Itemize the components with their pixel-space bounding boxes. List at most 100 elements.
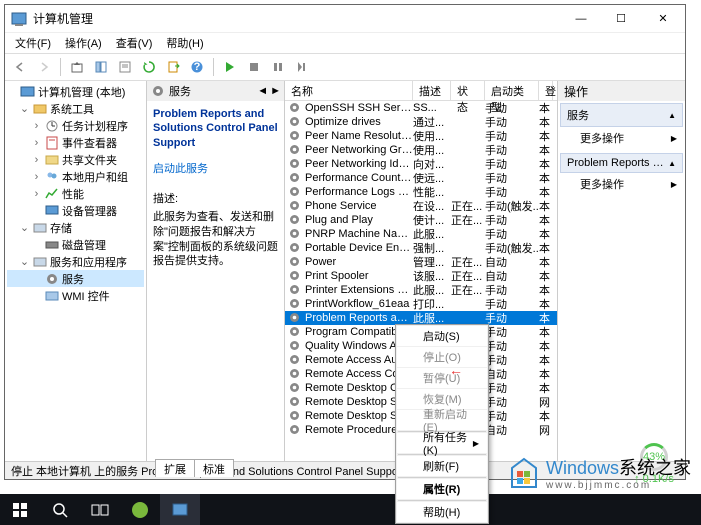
gear-icon <box>288 101 302 115</box>
gear-icon <box>288 381 302 395</box>
gear-icon <box>288 353 302 367</box>
description-pane: 服务 ◄► Problem Reports and Solutions Cont… <box>147 81 285 461</box>
gear-icon <box>288 143 302 157</box>
gear-icon <box>288 367 302 381</box>
gear-icon <box>288 395 302 409</box>
col-desc[interactable]: 描述 <box>413 81 451 100</box>
menu-file[interactable]: 文件(F) <box>9 33 57 53</box>
service-row[interactable]: Performance Counter DL...使远...手动本 <box>285 171 557 185</box>
service-row[interactable]: Peer Name Resolution Pr...使用...手动本 <box>285 129 557 143</box>
tree-local-users[interactable]: ›本地用户和组 <box>7 168 144 185</box>
maximize-button[interactable]: ☐ <box>601 5 641 33</box>
gear-icon <box>288 227 302 241</box>
col-name[interactable]: 名称 <box>285 81 413 100</box>
search-button[interactable] <box>40 494 80 525</box>
service-row[interactable]: Problem Reports and S...此服...手动本 <box>285 311 557 325</box>
desc-label: 描述: <box>153 190 278 206</box>
service-row[interactable]: Peer Networking Identity...向对...手动本 <box>285 157 557 171</box>
service-row[interactable]: Phone Service在设...正在...手动(触发...本 <box>285 199 557 213</box>
menu-action[interactable]: 操作(A) <box>59 33 108 53</box>
watermark-sub: 系统之家 <box>619 458 691 478</box>
export-button[interactable] <box>162 56 184 78</box>
col-status[interactable]: 状态 <box>451 81 485 100</box>
close-button[interactable]: ✕ <box>641 5 685 33</box>
col-logon[interactable]: 登 <box>539 81 553 100</box>
ctx-pause[interactable]: 暂停(U) <box>397 368 487 388</box>
tab-standard[interactable]: 标准 <box>194 459 234 477</box>
col-startup[interactable]: 启动类型 <box>485 81 539 100</box>
actions-section-services[interactable]: 服务▲ <box>560 103 683 127</box>
taskbar-app-1[interactable] <box>120 494 160 525</box>
service-row[interactable]: PNRP Machine Name Pu...此服...手动本 <box>285 227 557 241</box>
nav-prev[interactable]: ◄ <box>257 85 268 97</box>
stop-service-button[interactable] <box>243 56 265 78</box>
gear-icon <box>288 339 302 353</box>
tree-wmi[interactable]: WMI 控件 <box>7 287 144 304</box>
nav-next[interactable]: ► <box>270 85 281 97</box>
start-service-link[interactable]: 启动此服务 <box>153 163 208 175</box>
service-row[interactable]: OpenSSH SSH ServerSS...手动本 <box>285 101 557 115</box>
minimize-button[interactable]: — <box>561 5 601 33</box>
mmc-window: 计算机管理 — ☐ ✕ 文件(F) 操作(A) 查看(V) 帮助(H) ? 计算… <box>4 4 686 480</box>
back-button[interactable] <box>9 56 31 78</box>
tree-shared-folders[interactable]: ›共享文件夹 <box>7 151 144 168</box>
gear-icon <box>288 171 302 185</box>
ctx-stop[interactable]: 停止(O) <box>397 347 487 367</box>
ctx-properties[interactable]: 属性(R) <box>397 479 487 499</box>
tree-task-scheduler[interactable]: ›任务计划程序 <box>7 117 144 134</box>
start-service-button[interactable] <box>219 56 241 78</box>
pause-service-button[interactable] <box>267 56 289 78</box>
service-row[interactable]: Peer Networking Groupi...使用...手动本 <box>285 143 557 157</box>
ctx-help[interactable]: 帮助(H) <box>397 502 487 522</box>
actions-more-1[interactable]: 更多操作▶ <box>560 127 683 149</box>
tree-device-manager[interactable]: 设备管理器 <box>7 202 144 219</box>
tree-storage[interactable]: ⌄存储 <box>7 219 144 236</box>
forward-button[interactable] <box>33 56 55 78</box>
actions-more-2[interactable]: 更多操作▶ <box>560 173 683 195</box>
service-row[interactable]: Portable Device Enumera...强制...手动(触发...本 <box>285 241 557 255</box>
tree-root[interactable]: 计算机管理 (本地) <box>7 83 144 100</box>
refresh-button[interactable] <box>138 56 160 78</box>
menu-help[interactable]: 帮助(H) <box>160 33 209 53</box>
show-hide-tree-button[interactable] <box>90 56 112 78</box>
service-row[interactable]: Plug and Play使计...正在...手动本 <box>285 213 557 227</box>
up-button[interactable] <box>66 56 88 78</box>
tree-performance[interactable]: ›性能 <box>7 185 144 202</box>
console-tree[interactable]: 计算机管理 (本地) ⌄系统工具 ›任务计划程序 ›事件查看器 ›共享文件夹 ›… <box>5 81 147 461</box>
menu-view[interactable]: 查看(V) <box>110 33 159 53</box>
watermark: Windows系统之家 www.bjjmmc.com <box>506 454 691 491</box>
service-row[interactable]: Performance Logs & Aler...性能...手动本 <box>285 185 557 199</box>
help-button[interactable]: ? <box>186 56 208 78</box>
list-header[interactable]: 名称 描述 状态 启动类型 登 <box>285 81 557 101</box>
tab-extended[interactable]: 扩展 <box>155 459 195 477</box>
context-menu: 启动(S) 停止(O) 暂停(U) 恢复(M) 重新启动(E) 所有任务(K)▶… <box>395 324 489 524</box>
window-title: 计算机管理 <box>33 10 561 27</box>
tree-system-tools[interactable]: ⌄系统工具 <box>7 100 144 117</box>
tree-services-apps[interactable]: ⌄服务和应用程序 <box>7 253 144 270</box>
ctx-restart[interactable]: 重新启动(E) <box>397 410 487 430</box>
tree-disk-mgmt[interactable]: 磁盘管理 <box>7 236 144 253</box>
properties-button[interactable] <box>114 56 136 78</box>
actions-section-selected[interactable]: Problem Reports and Sol...▲ <box>560 153 683 173</box>
app-icon <box>11 11 27 27</box>
service-row[interactable]: Print Spooler该服...正在...自动本 <box>285 269 557 283</box>
task-view-button[interactable] <box>80 494 120 525</box>
service-row[interactable]: Printer Extensions and N...此服...正在...手动本 <box>285 283 557 297</box>
gear-icon <box>288 255 302 269</box>
menubar: 文件(F) 操作(A) 查看(V) 帮助(H) <box>5 33 685 53</box>
ctx-start[interactable]: 启动(S) <box>397 326 487 346</box>
ctx-all-tasks[interactable]: 所有任务(K)▶ <box>397 433 487 453</box>
tree-event-viewer[interactable]: ›事件查看器 <box>7 134 144 151</box>
service-row[interactable]: PrintWorkflow_61eaa打印...手动本 <box>285 297 557 311</box>
service-row[interactable]: Optimize drives通过...手动本 <box>285 115 557 129</box>
start-button[interactable] <box>0 494 40 525</box>
toolbar: ? <box>5 53 685 81</box>
gear-icon <box>288 325 302 339</box>
service-row[interactable]: Power管理...正在...自动本 <box>285 255 557 269</box>
ctx-refresh[interactable]: 刷新(F) <box>397 456 487 476</box>
gear-icon <box>288 157 302 171</box>
tree-services[interactable]: 服务 <box>7 270 144 287</box>
gear-icon <box>288 199 302 213</box>
taskbar-app-mmc[interactable] <box>160 494 200 525</box>
restart-service-button[interactable] <box>291 56 313 78</box>
